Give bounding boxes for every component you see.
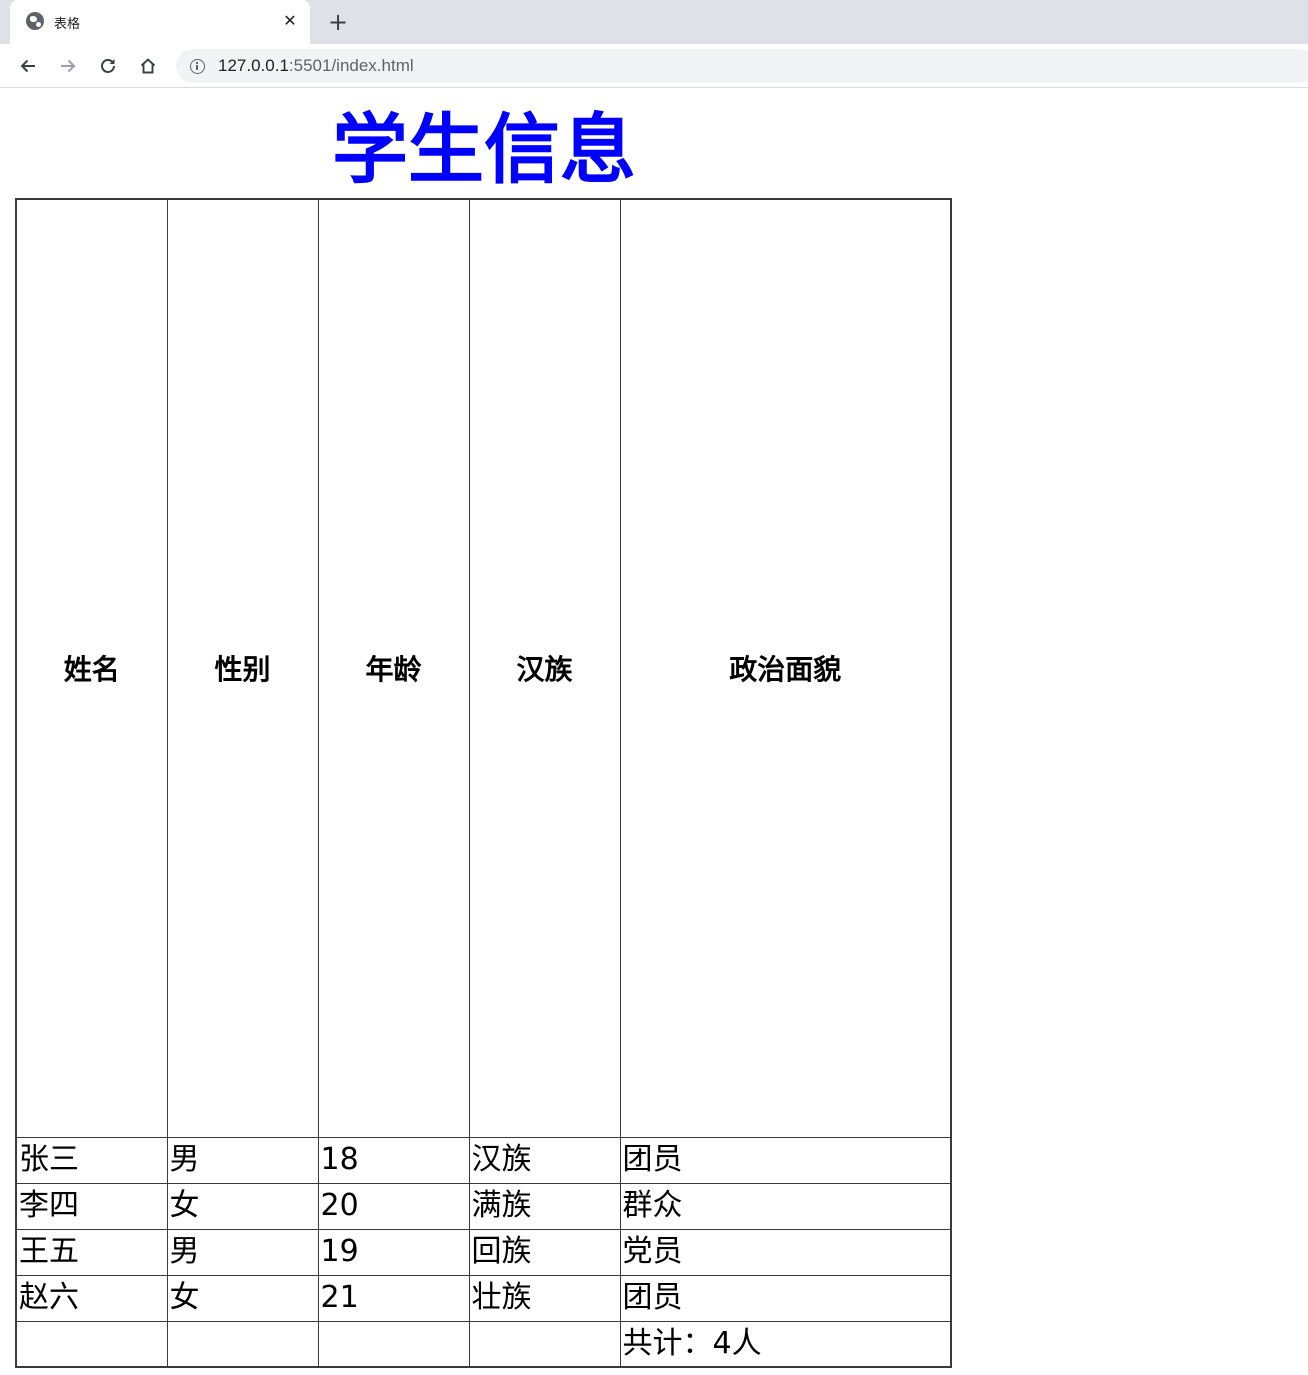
header-gender: 性别: [166, 198, 319, 1138]
close-tab-icon[interactable]: ✕: [280, 11, 300, 31]
cell-gender: 男: [166, 1228, 319, 1276]
back-icon[interactable]: [14, 52, 42, 80]
cell-age: 18: [317, 1136, 470, 1184]
cell-gender: 女: [166, 1182, 319, 1230]
tab-title: 表格: [54, 17, 81, 32]
cell-political-status: 团员: [619, 1136, 952, 1184]
footer-cell: [15, 1320, 168, 1368]
cell-ethnicity: 满族: [468, 1182, 621, 1230]
home-icon[interactable]: [134, 52, 162, 80]
header-name: 姓名: [15, 198, 168, 1138]
url-path: :5501/index.html: [288, 56, 414, 75]
url-text: 127.0.0.1:5501/index.html: [218, 56, 414, 76]
cell-ethnicity: 回族: [468, 1228, 621, 1276]
header-age: 年龄: [317, 198, 470, 1138]
header-row: 姓名 性别 年龄 汉族 政治面貌: [15, 198, 952, 1138]
cell-name: 王五: [15, 1228, 168, 1276]
browser-tabstrip: 表格 ✕ +: [0, 0, 1308, 44]
table-row: 王五 男 19 回族 党员: [15, 1228, 952, 1276]
total-count: 共计：4人: [619, 1320, 952, 1368]
header-political-status: 政治面貌: [619, 198, 952, 1138]
table-row: 赵六 女 21 壮族 团员: [15, 1274, 952, 1322]
footer-cell: [166, 1320, 319, 1368]
forward-icon[interactable]: [54, 52, 82, 80]
page-title: 学生信息: [332, 105, 636, 194]
url-host: 127.0.0.1: [218, 56, 289, 75]
cell-age: 19: [317, 1228, 470, 1276]
table-row: 李四 女 20 满族 群众: [15, 1182, 952, 1230]
table-footer-row: 共计：4人: [15, 1320, 952, 1368]
cell-age: 20: [317, 1182, 470, 1230]
cell-gender: 女: [166, 1274, 319, 1322]
browser-toolbar: 127.0.0.1:5501/index.html: [0, 44, 1308, 88]
cell-ethnicity: 汉族: [468, 1136, 621, 1184]
address-bar[interactable]: 127.0.0.1:5501/index.html: [176, 49, 1308, 83]
cell-gender: 男: [166, 1136, 319, 1184]
cell-political-status: 团员: [619, 1274, 952, 1322]
table-row: 张三 男 18 汉族 团员: [15, 1136, 952, 1184]
cell-political-status: 群众: [619, 1182, 952, 1230]
footer-cell: [317, 1320, 470, 1368]
cell-name: 张三: [15, 1136, 168, 1184]
cell-ethnicity: 壮族: [468, 1274, 621, 1322]
cell-political-status: 党员: [619, 1228, 952, 1276]
cell-age: 21: [317, 1274, 470, 1322]
header-ethnicity: 汉族: [468, 198, 621, 1138]
footer-cell: [468, 1320, 621, 1368]
student-table: 姓名 性别 年龄 汉族 政治面貌 张三 男 18 汉族 团员 李四 女 20 满…: [15, 198, 952, 1368]
globe-icon: [26, 12, 44, 30]
reload-icon[interactable]: [94, 52, 122, 80]
cell-name: 赵六: [15, 1274, 168, 1322]
site-info-icon[interactable]: [190, 59, 205, 74]
browser-tab[interactable]: 表格 ✕: [10, 0, 310, 44]
cell-name: 李四: [15, 1182, 168, 1230]
new-tab-icon[interactable]: +: [326, 8, 350, 36]
